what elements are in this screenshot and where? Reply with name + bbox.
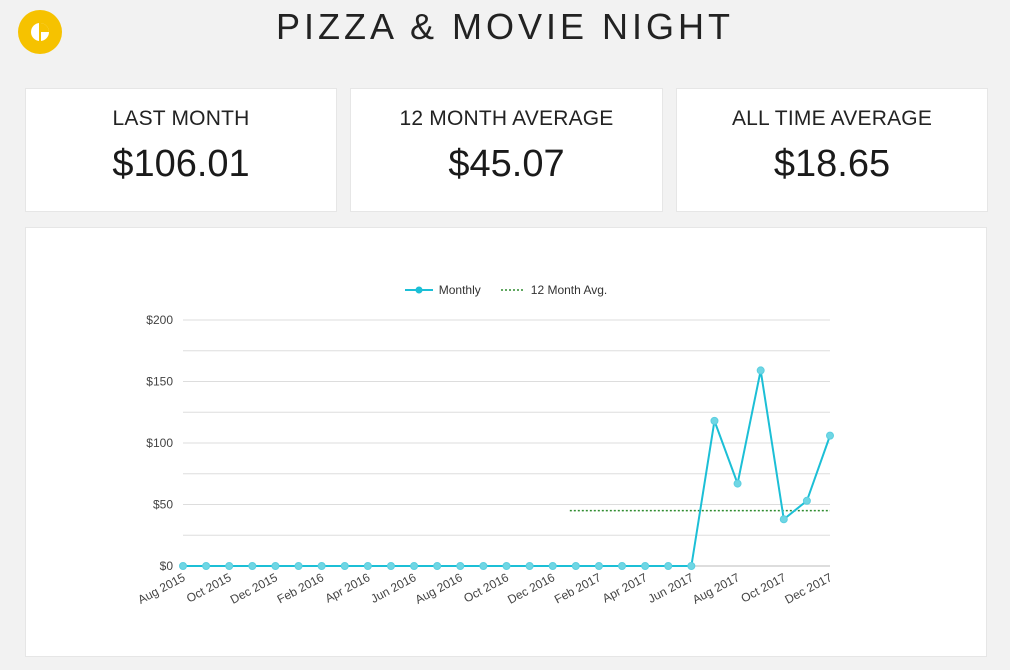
data-point bbox=[179, 562, 187, 570]
x-tick-label: Dec 2015 bbox=[228, 570, 280, 607]
x-tick-label: Aug 2017 bbox=[690, 570, 742, 607]
y-tick-label: $100 bbox=[146, 436, 173, 450]
stat-card-all-time-average: ALL TIME AVERAGE $18.65 bbox=[676, 88, 988, 212]
data-point bbox=[363, 562, 372, 570]
data-point bbox=[202, 562, 211, 570]
data-point bbox=[433, 562, 442, 570]
data-point bbox=[386, 562, 395, 570]
stat-card-12-month-average: 12 MONTH AVERAGE $45.07 bbox=[350, 88, 663, 212]
x-tick-label: Oct 2016 bbox=[461, 570, 511, 605]
line-chart: $0$50$100$150$200Aug 2015Oct 2015Dec 201… bbox=[135, 313, 834, 607]
data-point bbox=[826, 431, 834, 440]
data-point bbox=[594, 562, 603, 570]
data-point bbox=[225, 562, 234, 570]
page-title: PIZZA & MOVIE NIGHT bbox=[275, 6, 735, 47]
x-tick-label: Dec 2016 bbox=[505, 570, 557, 607]
x-tick-label: Apr 2017 bbox=[600, 570, 650, 605]
x-tick-label: Jun 2016 bbox=[368, 570, 418, 606]
y-tick-label: $50 bbox=[153, 498, 173, 512]
stat-value: $106.01 bbox=[112, 143, 250, 185]
data-point bbox=[502, 562, 511, 570]
data-point bbox=[271, 562, 280, 570]
stat-label: LAST MONTH bbox=[112, 107, 250, 130]
data-point bbox=[294, 562, 303, 570]
data-point bbox=[456, 562, 465, 570]
x-tick-label: Feb 2017 bbox=[552, 570, 604, 606]
x-tick-label: Aug 2016 bbox=[413, 570, 465, 607]
chart-panel: Monthly 12 Month Avg. $0 $50 $100 $150 $200 A… bbox=[25, 227, 987, 657]
x-tick-label: Aug 2015 bbox=[135, 570, 187, 607]
y-tick-label: $150 bbox=[146, 375, 173, 389]
x-tick-label: Oct 2015 bbox=[184, 570, 234, 605]
x-tick-label: Jun 2017 bbox=[646, 570, 696, 606]
x-tick-label: Feb 2016 bbox=[275, 570, 327, 606]
data-point bbox=[548, 562, 557, 570]
stat-label: 12 MONTH AVERAGE bbox=[399, 107, 614, 130]
stat-value: $45.07 bbox=[448, 143, 565, 185]
x-tick-label: Dec 2017 bbox=[782, 570, 834, 607]
data-point bbox=[756, 366, 765, 375]
data-point bbox=[248, 562, 257, 570]
data-point bbox=[317, 562, 326, 570]
data-point bbox=[571, 562, 580, 570]
y-tick-label: $0 bbox=[160, 559, 174, 573]
x-tick-label: Apr 2016 bbox=[323, 570, 373, 605]
data-point bbox=[779, 515, 788, 524]
data-point bbox=[710, 416, 719, 425]
data-point bbox=[641, 562, 650, 570]
data-point bbox=[618, 562, 627, 570]
data-point bbox=[340, 562, 349, 570]
stat-card-last-month: LAST MONTH $106.01 bbox=[25, 88, 337, 212]
stat-value: $18.65 bbox=[773, 143, 891, 185]
data-point bbox=[525, 562, 534, 570]
data-point bbox=[664, 562, 673, 570]
data-point bbox=[802, 496, 811, 505]
series-line-monthly bbox=[183, 370, 831, 567]
data-point bbox=[687, 562, 696, 570]
data-point bbox=[479, 562, 488, 570]
data-point bbox=[410, 562, 419, 570]
x-tick-label: Oct 2017 bbox=[739, 570, 789, 605]
y-tick-label: $200 bbox=[146, 313, 173, 327]
stat-label: ALL TIME AVERAGE bbox=[731, 107, 933, 130]
data-point bbox=[733, 479, 742, 488]
